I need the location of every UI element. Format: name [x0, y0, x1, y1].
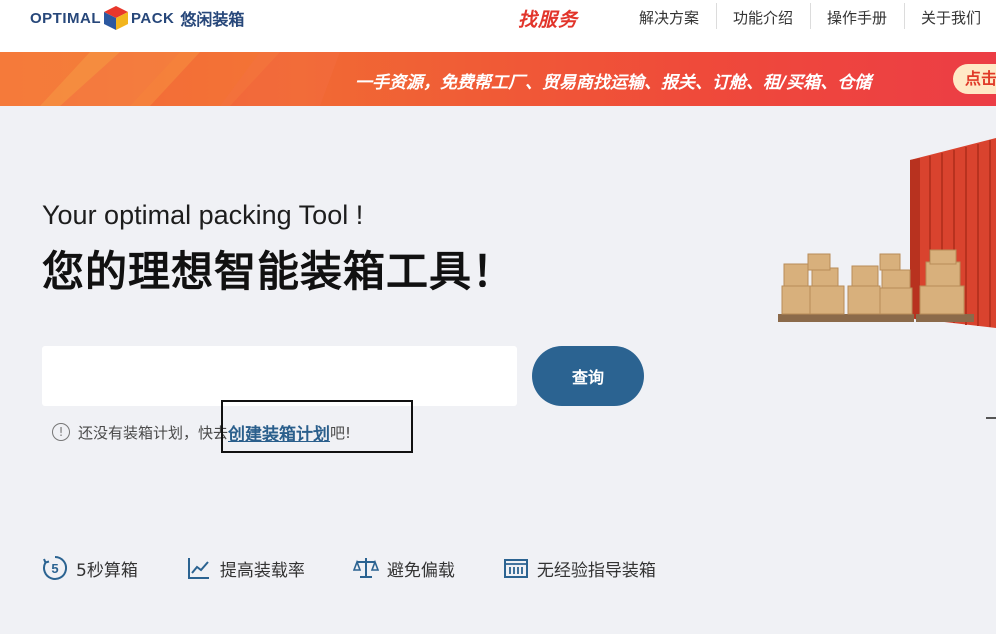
container-icon	[503, 559, 528, 578]
info-icon: !	[52, 423, 70, 441]
search-button[interactable]: 查询	[532, 346, 644, 406]
feature-list: 5 5秒算箱 提高装载率 避免偏载 无经验指导装箱	[42, 553, 704, 583]
main-nav: 解决方案 功能介绍 操作手册 关于我们	[622, 0, 996, 34]
hero-title-english: Your optimal packing Tool !	[42, 200, 364, 230]
feature-item: 避免偏载	[352, 555, 455, 581]
feature-label: 避免偏载	[386, 560, 455, 581]
logo-text-right: PACK	[131, 9, 175, 27]
logo-chinese-name: 悠闲装箱	[180, 10, 245, 29]
logo-text-left: OPTIMAL	[30, 9, 101, 27]
logo-cube-icon	[104, 6, 128, 30]
balance-scale-icon	[352, 558, 379, 578]
top-header: OPTIMAL PACK 悠闲装箱 找服务 解决方案 功能介绍 操作手册 关于我…	[0, 0, 996, 52]
feature-item: 无经验指导装箱	[503, 555, 656, 581]
container-boxes-illustration	[778, 138, 996, 419]
svg-text:5: 5	[51, 561, 58, 576]
banner-decoration	[0, 52, 340, 106]
banner-text: 一手资源，免费帮工厂、贸易商找运输、报关、订舱、租/买箱、仓储	[355, 73, 872, 93]
highlight-box	[221, 400, 413, 453]
feature-label: 提高装载率	[219, 560, 305, 581]
feature-item: 提高装载率	[186, 555, 305, 581]
promo-banner[interactable]: 一手资源，免费帮工厂、贸易商找运输、报关、订舱、租/买箱、仓储 点击	[0, 52, 996, 106]
hint-prefix: 还没有装箱计划，快去	[78, 423, 229, 442]
feature-label: 无经验指导装箱	[536, 560, 656, 581]
find-service-link[interactable]: 找服务	[518, 5, 578, 32]
five-seconds-icon: 5	[43, 556, 67, 580]
feature-item: 5 5秒算箱	[42, 555, 138, 581]
feature-label: 5秒算箱	[76, 560, 138, 581]
nav-item-solutions[interactable]: 解决方案	[622, 7, 716, 28]
banner-click-button[interactable]: 点击	[953, 64, 996, 94]
hero-title-chinese: 您的理想智能装箱工具！	[42, 247, 516, 296]
nav-item-manual[interactable]: 操作手册	[810, 2, 904, 29]
nav-item-about[interactable]: 关于我们	[904, 2, 996, 29]
logo[interactable]: OPTIMAL PACK 悠闲装箱	[30, 4, 244, 32]
nav-item-features[interactable]: 功能介绍	[716, 2, 810, 29]
trend-chart-icon	[187, 558, 209, 579]
plan-search-input[interactable]	[42, 346, 517, 406]
